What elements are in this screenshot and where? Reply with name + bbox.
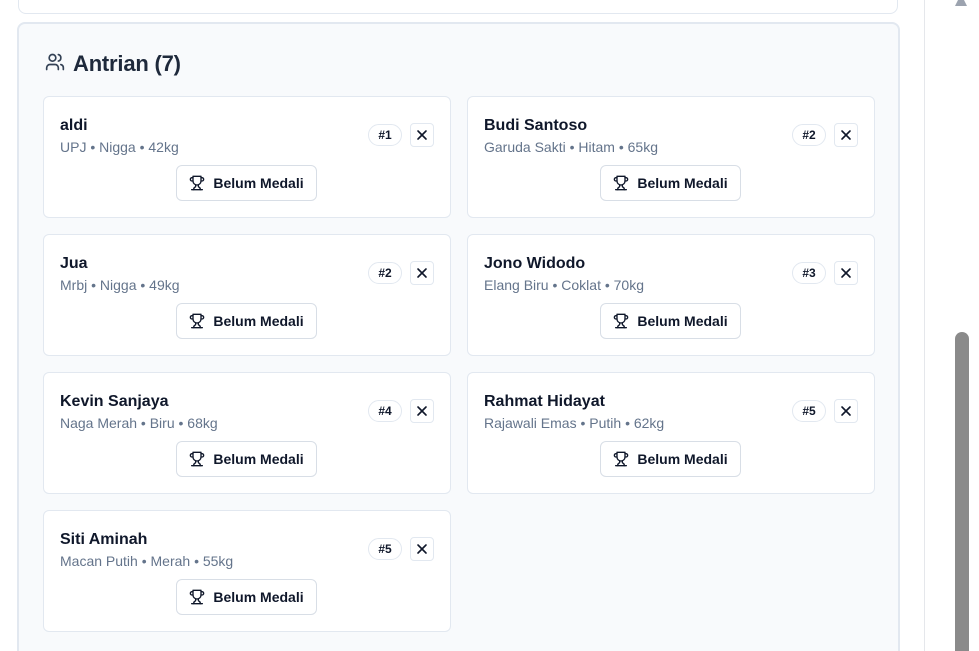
close-icon xyxy=(417,268,427,278)
remove-button[interactable] xyxy=(410,537,434,561)
medal-button[interactable]: Belum Medali xyxy=(600,441,741,477)
participant-meta: Macan Putih • Merah • 55kg xyxy=(60,553,234,569)
queue-card: Kevin Sanjaya Naga Merah • Biru • 68kg #… xyxy=(43,372,451,494)
remove-button[interactable] xyxy=(834,399,858,423)
remove-button[interactable] xyxy=(834,123,858,147)
medal-button[interactable]: Belum Medali xyxy=(600,303,741,339)
scrollbar-thumb[interactable] xyxy=(955,332,969,651)
trophy-icon xyxy=(190,589,205,605)
close-icon xyxy=(841,130,851,140)
participant-name: Jono Widodo xyxy=(484,255,586,272)
trophy-icon xyxy=(190,175,205,191)
participant-meta: Elang Biru • Coklat • 70kg xyxy=(484,277,644,293)
queue-number-badge: #4 xyxy=(368,400,402,422)
trophy-icon xyxy=(190,451,205,467)
participant-name: Siti Aminah xyxy=(60,531,148,548)
queue-card: aldi UPJ • Nigga • 42kg #1 Belum Medali xyxy=(43,96,451,218)
close-icon xyxy=(841,406,851,416)
queue-card: Jua Mrbj • Nigga • 49kg #2 Belum Medali xyxy=(43,234,451,356)
medal-button[interactable]: Belum Medali xyxy=(176,303,317,339)
close-icon xyxy=(417,544,427,554)
queue-number-badge: #2 xyxy=(792,124,826,146)
participant-meta: Rajawali Emas • Putih • 62kg xyxy=(484,415,665,431)
medal-button-label: Belum Medali xyxy=(213,313,304,329)
participant-name: Rahmat Hidayat xyxy=(484,393,605,410)
medal-button-label: Belum Medali xyxy=(637,313,728,329)
queue-number-badge: #3 xyxy=(792,262,826,284)
trophy-icon xyxy=(614,451,629,467)
medal-button-label: Belum Medali xyxy=(213,175,304,191)
medal-button-label: Belum Medali xyxy=(213,589,304,605)
medal-button-label: Belum Medali xyxy=(213,451,304,467)
medal-button-label: Belum Medali xyxy=(637,451,728,467)
users-icon xyxy=(45,52,65,77)
close-icon xyxy=(417,130,427,140)
queue-card: Budi Santoso Garuda Sakti • Hitam • 65kg… xyxy=(467,96,875,218)
queue-header: Antrian (7) xyxy=(45,51,181,77)
medal-button[interactable]: Belum Medali xyxy=(600,165,741,201)
scroll-up-arrow-icon[interactable] xyxy=(955,0,967,6)
remove-button[interactable] xyxy=(410,399,434,423)
participant-meta: Naga Merah • Biru • 68kg xyxy=(60,415,218,431)
participant-meta: Garuda Sakti • Hitam • 65kg xyxy=(484,139,658,155)
medal-button[interactable]: Belum Medali xyxy=(176,579,317,615)
participant-name: Jua xyxy=(60,255,88,272)
trophy-icon xyxy=(614,313,629,329)
queue-number-badge: #1 xyxy=(368,124,402,146)
queue-title: Antrian (7) xyxy=(73,51,181,76)
trophy-icon xyxy=(614,175,629,191)
close-icon xyxy=(417,406,427,416)
queue-card: Siti Aminah Macan Putih • Merah • 55kg #… xyxy=(43,510,451,632)
remove-button[interactable] xyxy=(410,123,434,147)
participant-name: Kevin Sanjaya xyxy=(60,393,169,410)
queue-number-badge: #2 xyxy=(368,262,402,284)
remove-button[interactable] xyxy=(410,261,434,285)
close-icon xyxy=(841,268,851,278)
previous-card xyxy=(18,0,898,14)
scrollbar[interactable] xyxy=(924,0,979,651)
remove-button[interactable] xyxy=(834,261,858,285)
queue-number-badge: #5 xyxy=(792,400,826,422)
participant-name: aldi xyxy=(60,117,88,134)
queue-panel: Antrian (7) aldi UPJ • Nigga • 42kg #1 B… xyxy=(17,22,900,651)
queue-number-badge: #5 xyxy=(368,538,402,560)
participant-meta: UPJ • Nigga • 42kg xyxy=(60,139,179,155)
queue-card: Rahmat Hidayat Rajawali Emas • Putih • 6… xyxy=(467,372,875,494)
medal-button[interactable]: Belum Medali xyxy=(176,165,317,201)
participant-meta: Mrbj • Nigga • 49kg xyxy=(60,277,180,293)
medal-button-label: Belum Medali xyxy=(637,175,728,191)
queue-card: Jono Widodo Elang Biru • Coklat • 70kg #… xyxy=(467,234,875,356)
participant-name: Budi Santoso xyxy=(484,117,588,134)
trophy-icon xyxy=(190,313,205,329)
medal-button[interactable]: Belum Medali xyxy=(176,441,317,477)
